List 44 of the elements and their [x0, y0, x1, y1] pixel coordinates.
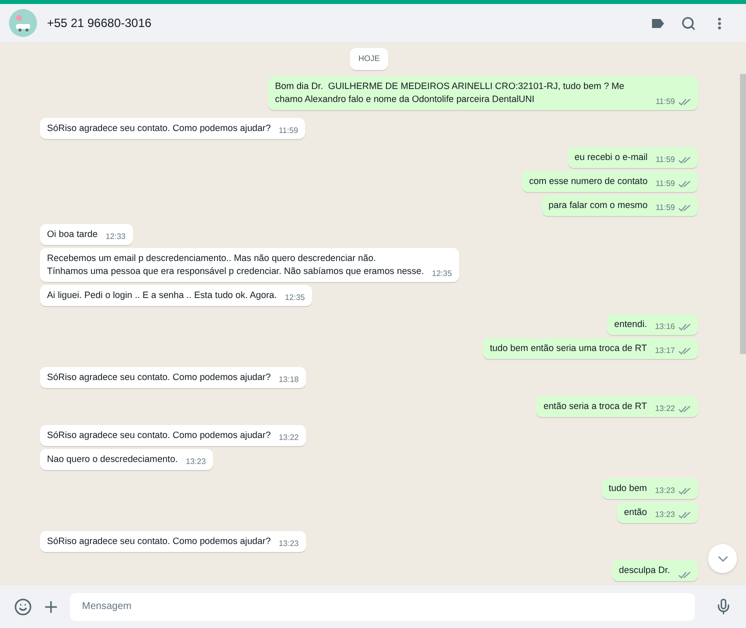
- message-text: tudo bem então seria uma troca de RT: [490, 342, 647, 355]
- date-chip: HOJE: [350, 48, 388, 70]
- message-time: 13:23: [654, 509, 675, 521]
- message-text: desculpa Dr.: [618, 564, 670, 577]
- message-text: tudo bem: [608, 482, 647, 495]
- message-text: SóRiso agradece seu contato. Como podemos ajudar?: [47, 429, 271, 442]
- message-time: 11:59: [656, 154, 675, 166]
- message-text: então seria a troca de RT: [543, 400, 647, 413]
- message-time: 13:18: [278, 374, 299, 386]
- message-text: SóRiso agradece seu contato. Como podemos ajudar?: [47, 371, 271, 384]
- contact-name[interactable]: +55 21 96680-3016: [47, 14, 152, 32]
- search-icon[interactable]: [681, 16, 696, 30]
- emoji-icon[interactable]: [14, 598, 32, 616]
- message-text: para falar com o mesmo: [548, 199, 648, 212]
- message-text: Nao quero o descredeciamento.: [47, 453, 178, 466]
- message-time: 12:33: [106, 231, 126, 243]
- message-time: 11:59: [278, 125, 298, 137]
- message-time: 13:23: [186, 456, 206, 468]
- message-time: 12:35: [284, 292, 305, 304]
- message-text: Bom dia Dr. GUILHERME DE MEDEIROS ARINELLI CRO:32101-RJ, tudo bem ? Me chamo Alexandro falo e nome da Odontolife parceira DentalUNI: [275, 80, 626, 106]
- scrollbar-thumb[interactable]: [740, 74, 746, 354]
- microphone-icon[interactable]: [715, 598, 732, 615]
- message-time: 13:16: [654, 321, 675, 333]
- message-input[interactable]: Mensagem: [70, 592, 695, 620]
- message-text: SóRiso agradece seu contato. Como podemos ajudar?: [47, 122, 271, 135]
- message-time: 11:59: [656, 202, 675, 214]
- avatar[interactable]: [9, 9, 37, 37]
- message-time: 11:59: [656, 96, 675, 108]
- message-time: 13:17: [654, 345, 675, 357]
- message-text: SóRiso agradece seu contato. Como podemos ajudar?: [47, 535, 271, 548]
- message-text: Oi boa tarde: [47, 228, 98, 241]
- label-icon[interactable]: [651, 18, 665, 28]
- message-text: Recebemos um email p descredenciamento.. Mas não quero descredenciar não. Tínhamos uma pessoa que era responsável p credenciar. Não sabíamos que eramos nesse.: [47, 252, 424, 278]
- message-time: 13:22: [278, 432, 299, 444]
- message-time: 13:23: [654, 485, 675, 497]
- message-text: entendi.: [614, 318, 647, 331]
- message-text: eu recebi o e-mail: [574, 151, 648, 164]
- message-time: 11:59: [656, 178, 675, 190]
- message-text: então: [624, 506, 647, 519]
- message-time: 13:22: [654, 403, 675, 415]
- message-text: Ai liguei. Pedi o login .. E a senha .. Esta tudo ok. Agora.: [47, 289, 277, 302]
- message-text: com esse numero de contato: [529, 175, 648, 188]
- message-time: 12:35: [432, 268, 452, 280]
- message-time: 13:23: [278, 538, 299, 550]
